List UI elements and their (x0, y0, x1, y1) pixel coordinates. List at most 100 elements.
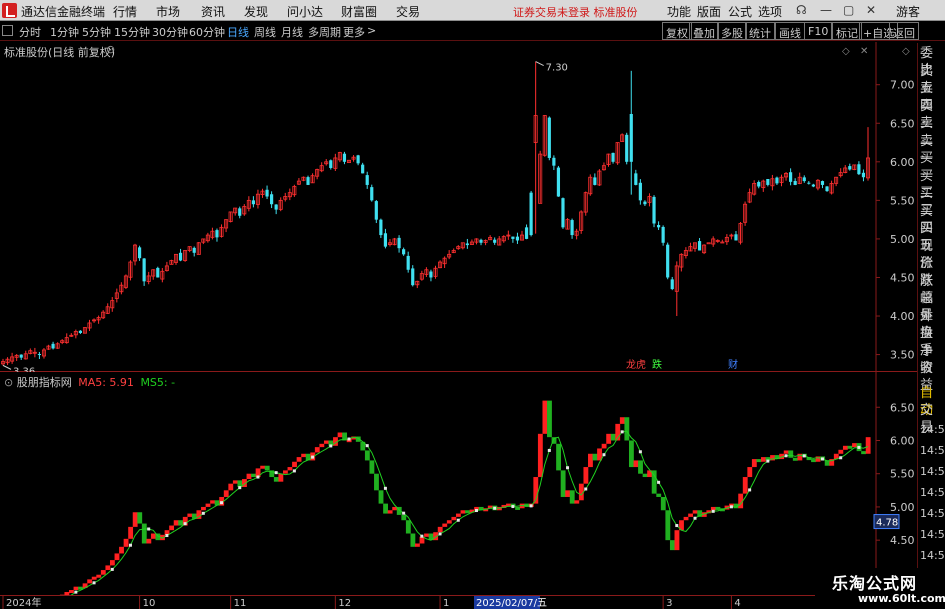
minimize-icon[interactable]: — (820, 3, 832, 17)
indicator-settings-icon[interactable]: ⊙ (4, 376, 13, 389)
indicator-step-bar (292, 461, 297, 468)
tool-mark[interactable]: 标记 (832, 22, 862, 40)
period-toolbar: 分时 1分钟 5分钟 15分钟 30分钟 60分钟 日线 周线 月线 多周期 更… (0, 21, 945, 41)
ma5-marker (256, 475, 260, 479)
menu-markets[interactable]: 市场 (156, 3, 180, 20)
candlestick-chart[interactable]: 3.504.004.505.005.506.006.507.00◇ ✕ ◇7.303… (0, 42, 917, 372)
indicator-step-bar (178, 520, 184, 526)
period-15min[interactable]: 15分钟 (114, 24, 150, 40)
period-multi[interactable]: 多周期 (308, 24, 341, 40)
menu-layout[interactable]: 版面 (697, 3, 721, 20)
indicator-step-bar (132, 512, 138, 527)
candle (529, 190, 533, 237)
tool-adjust[interactable]: 复权 (662, 22, 692, 40)
candle (374, 200, 378, 224)
ma5-marker (128, 543, 132, 547)
candle-body (361, 164, 365, 174)
ma5-marker (493, 506, 497, 510)
trade-time: 14:56 (920, 423, 945, 436)
login-notice[interactable]: 证券交易未登录 标准股份 (513, 4, 638, 20)
indicator-step-bar (583, 467, 589, 484)
chevron-right-icon[interactable]: > (367, 24, 376, 37)
period-tick[interactable]: 分时 (19, 24, 41, 40)
menu-ask[interactable]: 问小达 (287, 3, 323, 20)
period-5min[interactable]: 5分钟 (82, 24, 111, 40)
candle-body (356, 155, 360, 164)
menu-formula[interactable]: 公式 (728, 3, 752, 20)
candle-body (142, 258, 146, 282)
indicator-step-bar (537, 433, 543, 478)
candle-body (652, 196, 656, 224)
ma5-marker (748, 488, 752, 492)
tool-stats[interactable]: 统计 (745, 22, 775, 40)
period-60min[interactable]: 60分钟 (189, 24, 225, 40)
menu-discover[interactable]: 发现 (244, 3, 268, 20)
indicator-step-bar (169, 525, 175, 531)
indicator-step-bar (665, 510, 671, 541)
candle-body (734, 234, 738, 241)
indicator-step-bar (628, 440, 634, 468)
candle-body (37, 354, 42, 356)
indicator-step-bar (114, 553, 120, 561)
time-axis-label: 2024年 (6, 596, 41, 609)
indicator-step-bar (565, 490, 571, 497)
candle-body (547, 117, 551, 158)
indicator-step-bar (852, 443, 857, 448)
indicator-step-bar (451, 516, 457, 521)
ma5-marker (329, 444, 333, 448)
menu-function[interactable]: 功能 (667, 3, 691, 20)
candle-body (411, 268, 415, 286)
period-monthly[interactable]: 月线 (281, 24, 303, 40)
tool-draw[interactable]: 画线 (775, 22, 805, 40)
service-icon[interactable]: ☊ (796, 3, 807, 17)
main-tick-label: 6.00 (890, 156, 915, 169)
indicator-step-bar (642, 473, 648, 478)
candle-body (270, 194, 274, 205)
indicator-step-bar (105, 565, 111, 571)
ma5-marker (201, 511, 205, 515)
menu-options[interactable]: 选项 (758, 3, 782, 20)
ma5-marker (529, 504, 533, 508)
candle (156, 266, 160, 278)
user-label[interactable]: 游客 (896, 3, 920, 20)
ms5-label: MS5: - (140, 376, 176, 389)
menu-market[interactable]: 行情 (113, 3, 137, 20)
time-axis-label: 12 (338, 598, 351, 609)
candle-body (215, 230, 219, 238)
watermark: 乐淘公式网 www.60lt.com (815, 568, 945, 609)
period-weekly[interactable]: 周线 (254, 24, 276, 40)
menu-news[interactable]: 资讯 (201, 3, 225, 20)
period-more[interactable]: 更多 (343, 24, 365, 40)
menu-wealth[interactable]: 财富圈 (341, 3, 377, 20)
pane-settings-icon[interactable]: ⊙ (106, 43, 115, 56)
candle-body (625, 134, 629, 162)
period-daily[interactable]: 日线 (227, 24, 249, 40)
candle (625, 132, 629, 165)
trade-time: 14:56 (920, 507, 945, 520)
indicator-chart[interactable]: 4.004.505.005.506.006.504.78 (0, 372, 917, 595)
candle-body (342, 153, 347, 162)
period-1min[interactable]: 1分钟 (50, 24, 79, 40)
tool-f10[interactable]: F10 (804, 22, 833, 40)
indicator-step-bar (232, 480, 238, 484)
candle-body (524, 227, 529, 239)
candle-body (661, 226, 665, 243)
tool-back[interactable]: 返回 (889, 22, 919, 40)
trade-time: 14:56 (920, 528, 945, 541)
ma5-marker (784, 454, 788, 458)
restore-icon[interactable]: ▢ (843, 3, 854, 17)
candle-body (306, 177, 310, 185)
app-title: 通达信金融终端 (21, 5, 106, 19)
period-30min[interactable]: 30分钟 (152, 24, 188, 40)
candle-body (78, 330, 82, 333)
indicator-step-bar (574, 500, 580, 504)
indicator-name[interactable]: 股朋指标网 (17, 376, 72, 389)
checkbox-icon[interactable] (2, 25, 13, 36)
tool-multistock[interactable]: 多股 (717, 22, 747, 40)
close-icon[interactable]: ✕ (866, 3, 876, 17)
menu-trade[interactable]: 交易 (396, 3, 420, 20)
tool-overlay[interactable]: 叠加 (689, 22, 719, 40)
indicator-step-bar (96, 574, 102, 578)
indicator-step-bar (405, 520, 411, 534)
ma5-marker (347, 437, 351, 441)
